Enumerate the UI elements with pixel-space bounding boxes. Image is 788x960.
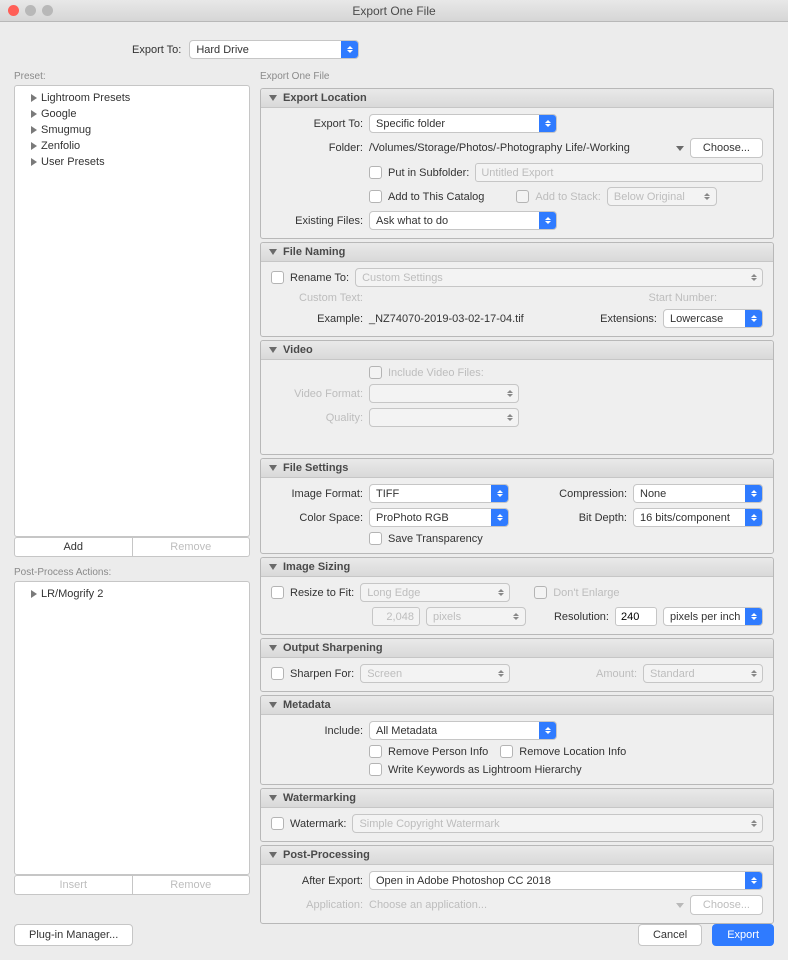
existing-files-select[interactable]: Ask what to do <box>369 211 557 230</box>
section-output-sharpening: Output Sharpening Sharpen For: Screen Am… <box>260 638 774 692</box>
section-header[interactable]: File Naming <box>261 243 773 262</box>
save-transparency-checkbox[interactable] <box>369 532 382 545</box>
section-header[interactable]: Image Sizing <box>261 558 773 577</box>
remove-person-checkbox[interactable] <box>369 745 382 758</box>
sharpen-for-select: Screen <box>360 664 510 683</box>
video-format-select <box>369 384 519 403</box>
disclosure-icon[interactable] <box>31 94 37 102</box>
cancel-button[interactable]: Cancel <box>638 924 702 946</box>
rename-to-checkbox[interactable] <box>271 271 284 284</box>
remove-location-checkbox[interactable] <box>500 745 513 758</box>
subfolder-field: Untitled Export <box>475 163 763 182</box>
disclosure-icon[interactable] <box>31 590 37 598</box>
size-value-field: 2,048 <box>372 607 420 626</box>
watermark-checkbox[interactable] <box>271 817 284 830</box>
sharpen-for-checkbox[interactable] <box>271 667 284 680</box>
app-dropdown-icon <box>676 903 684 908</box>
rename-template-select: Custom Settings <box>355 268 763 287</box>
preset-item: Lightroom Presets <box>15 90 249 106</box>
extensions-select[interactable]: Lowercase <box>663 309 763 328</box>
section-header[interactable]: Metadata <box>261 696 773 715</box>
action-remove-button[interactable]: Remove <box>133 875 251 895</box>
post-actions-list[interactable]: LR/Mogrify 2 <box>14 581 250 875</box>
export-to-select[interactable]: Hard Drive <box>189 40 359 59</box>
section-header[interactable]: Export Location <box>261 89 773 108</box>
export-to-label: Export To: <box>132 44 181 56</box>
stack-select: Below Original <box>607 187 717 206</box>
caret-down-icon <box>269 249 277 255</box>
add-catalog-checkbox[interactable] <box>369 190 382 203</box>
caret-down-icon <box>269 347 277 353</box>
section-header[interactable]: Output Sharpening <box>261 639 773 658</box>
section-file-naming: File Naming Rename To: Custom Settings C… <box>260 242 774 337</box>
size-unit-select: pixels <box>426 607 526 626</box>
caret-down-icon <box>269 645 277 651</box>
folder-path: /Volumes/Storage/Photos/-Photography Lif… <box>369 142 670 154</box>
application-placeholder: Choose an application... <box>369 899 670 911</box>
resolution-unit-select[interactable]: pixels per inch <box>663 607 763 626</box>
dont-enlarge-checkbox <box>534 586 547 599</box>
bit-depth-select[interactable]: 16 bits/component <box>633 508 763 527</box>
section-export-location: Export Location Export To: Specific fold… <box>260 88 774 239</box>
sharpen-amount-select: Standard <box>643 664 763 683</box>
section-header[interactable]: File Settings <box>261 459 773 478</box>
action-item: LR/Mogrify 2 <box>15 586 249 602</box>
caret-down-icon <box>269 465 277 471</box>
export-button[interactable]: Export <box>712 924 774 946</box>
image-format-select[interactable]: TIFF <box>369 484 509 503</box>
section-header[interactable]: Video <box>261 341 773 360</box>
plugin-manager-button[interactable]: Plug-in Manager... <box>14 924 133 946</box>
color-space-select[interactable]: ProPhoto RGB <box>369 508 509 527</box>
after-export-select[interactable]: Open in Adobe Photoshop CC 2018 <box>369 871 763 890</box>
section-metadata: Metadata Include: All Metadata Remove Pe… <box>260 695 774 785</box>
folder-dropdown-icon[interactable] <box>676 146 684 151</box>
preset-remove-button[interactable]: Remove <box>133 537 251 557</box>
put-subfolder-checkbox[interactable] <box>369 166 382 179</box>
section-watermarking: Watermarking Watermark: Simple Copyright… <box>260 788 774 842</box>
window-title: Export One File <box>0 4 788 18</box>
disclosure-icon[interactable] <box>31 158 37 166</box>
right-title: Export One File <box>260 71 774 82</box>
add-stack-checkbox <box>516 190 529 203</box>
choose-app-button: Choose... <box>690 895 763 915</box>
resize-to-fit-checkbox[interactable] <box>271 586 284 599</box>
preset-add-button[interactable]: Add <box>14 537 133 557</box>
preset-item: User Presets <box>15 154 249 170</box>
titlebar: Export One File <box>0 0 788 22</box>
disclosure-icon[interactable] <box>31 142 37 150</box>
caret-down-icon <box>269 564 277 570</box>
disclosure-icon[interactable] <box>31 110 37 118</box>
watermark-select: Simple Copyright Watermark <box>352 814 763 833</box>
include-video-checkbox <box>369 366 382 379</box>
caret-down-icon <box>269 95 277 101</box>
section-post-processing: Post-Processing After Export: Open in Ad… <box>260 845 774 924</box>
section-header[interactable]: Post-Processing <box>261 846 773 865</box>
write-keywords-checkbox[interactable] <box>369 763 382 776</box>
video-quality-select <box>369 408 519 427</box>
post-actions-label: Post-Process Actions: <box>14 567 250 578</box>
preset-item: Smugmug <box>15 122 249 138</box>
section-image-sizing: Image Sizing Resize to Fit: Long Edge Do… <box>260 557 774 635</box>
filename-example: _NZ74070-2019-03-02-17-04.tif <box>369 313 524 325</box>
caret-down-icon <box>269 795 277 801</box>
compression-select[interactable]: None <box>633 484 763 503</box>
caret-down-icon <box>269 702 277 708</box>
metadata-include-select[interactable]: All Metadata <box>369 721 557 740</box>
preset-item: Zenfolio <box>15 138 249 154</box>
section-file-settings: File Settings Image Format: TIFF Compres… <box>260 458 774 554</box>
resolution-field[interactable] <box>615 607 657 626</box>
preset-item: Google <box>15 106 249 122</box>
caret-down-icon <box>269 852 277 858</box>
preset-list[interactable]: Lightroom Presets Google Smugmug Zenfoli… <box>14 85 250 537</box>
resize-mode-select: Long Edge <box>360 583 510 602</box>
preset-label: Preset: <box>14 71 250 82</box>
choose-folder-button[interactable]: Choose... <box>690 138 763 158</box>
section-header[interactable]: Watermarking <box>261 789 773 808</box>
location-export-to-select[interactable]: Specific folder <box>369 114 557 133</box>
action-insert-button[interactable]: Insert <box>14 875 133 895</box>
disclosure-icon[interactable] <box>31 126 37 134</box>
section-video: Video Include Video Files: Video Format:… <box>260 340 774 455</box>
